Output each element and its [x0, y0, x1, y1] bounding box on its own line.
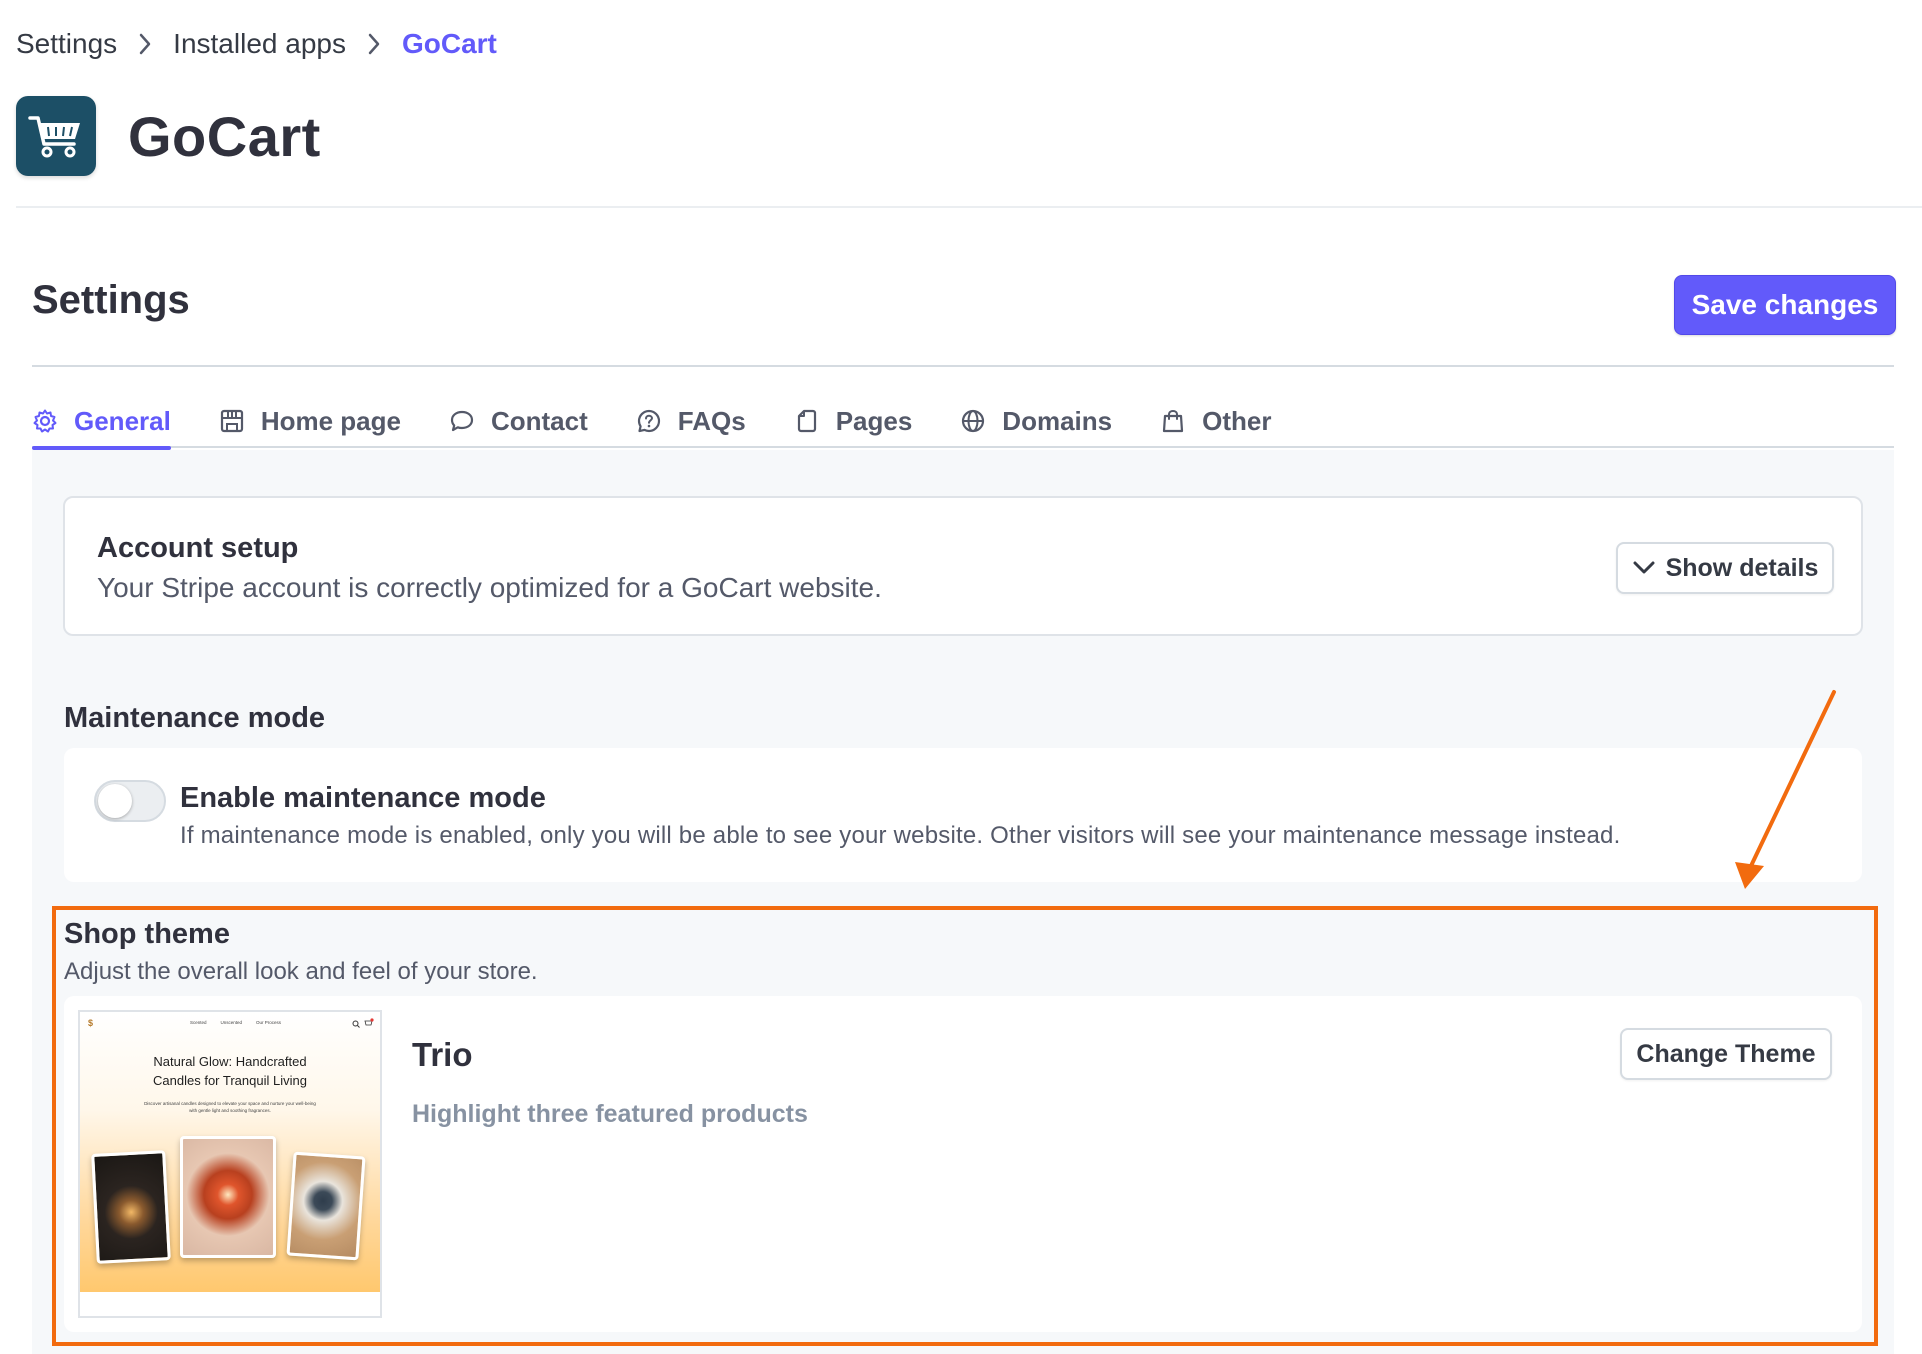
- app-name: GoCart: [128, 104, 321, 168]
- preview-headline-line: Candles for Tranquil Living: [153, 1073, 307, 1088]
- breadcrumb-current: GoCart: [401, 28, 497, 59]
- breadcrumb-installed-apps[interactable]: Installed apps: [173, 28, 346, 60]
- tab-label: FAQs: [677, 405, 746, 436]
- show-details-button[interactable]: Show details: [1616, 542, 1834, 594]
- preview-nav-link: Scented: [190, 1020, 207, 1025]
- tab-label: Other: [1202, 405, 1272, 436]
- breadcrumb: Settings Installed apps GoCart: [16, 22, 497, 66]
- tab-label: Domains: [1002, 405, 1113, 436]
- preview-product-image: [180, 1136, 276, 1258]
- tab-pages[interactable]: Pages: [794, 400, 913, 448]
- maintenance-card: Enable maintenance mode If maintenance m…: [64, 748, 1862, 882]
- page-title: Settings: [32, 278, 190, 322]
- tab-label: Contact: [490, 405, 588, 436]
- chevron-right-icon: [346, 32, 402, 56]
- preview-cart-icon: [364, 1018, 374, 1026]
- maintenance-toggle[interactable]: [94, 780, 166, 822]
- chevron-down-icon: [1633, 561, 1655, 574]
- preview-nav: Scented Unscented Our Process: [190, 1020, 281, 1025]
- tab-other[interactable]: Other: [1160, 400, 1271, 448]
- preview-headline-line: Natural Glow: Handcrafted: [153, 1054, 307, 1069]
- maintenance-heading: Maintenance mode: [64, 702, 326, 734]
- gear-icon: [32, 408, 58, 434]
- preview-product-image: [286, 1151, 366, 1261]
- preview-product-image: [91, 1150, 171, 1264]
- tab-home-page[interactable]: Home page: [219, 400, 401, 448]
- tab-contact[interactable]: Contact: [449, 400, 588, 448]
- shop-theme-heading: Shop theme: [64, 918, 230, 950]
- tab-domains[interactable]: Domains: [960, 400, 1112, 448]
- account-setup-card: Account setup Your Stripe account is cor…: [63, 496, 1863, 636]
- preview-nav-link: Our Process: [256, 1020, 282, 1025]
- title-divider: [32, 365, 1894, 367]
- breadcrumb-settings[interactable]: Settings: [16, 28, 117, 60]
- show-details-label: Show details: [1665, 553, 1819, 582]
- toggle-knob: [98, 784, 132, 818]
- preview-headline: Natural Glow: Handcrafted Candles for Tr…: [80, 1052, 380, 1090]
- shopping-cart-icon: [16, 96, 96, 176]
- shopping-bag-icon: [1160, 408, 1186, 434]
- preview-search-icon: [352, 1020, 360, 1028]
- globe-icon: [960, 408, 986, 434]
- maintenance-description: If maintenance mode is enabled, only you…: [180, 822, 1621, 849]
- preview-logo: $: [88, 1018, 94, 1028]
- maintenance-toggle-label: Enable maintenance mode: [180, 782, 546, 814]
- account-setup-description: Your Stripe account is correctly optimiz…: [97, 572, 882, 603]
- change-theme-button[interactable]: Change Theme: [1620, 1028, 1832, 1080]
- theme-preview-thumbnail[interactable]: $ Scented Unscented Our Process Natural …: [78, 1010, 382, 1318]
- save-changes-button[interactable]: Save changes: [1674, 275, 1896, 335]
- shop-theme-description: Adjust the overall look and feel of your…: [64, 958, 538, 985]
- preview-nav-link: Unscented: [220, 1020, 243, 1025]
- question-bubble-icon: [636, 408, 662, 434]
- page-icon: [794, 408, 820, 434]
- preview-subtext: Discover artisanal candles designed to e…: [144, 1101, 316, 1113]
- header-divider: [16, 206, 1922, 208]
- shop-theme-card: $ Scented Unscented Our Process Natural …: [64, 996, 1862, 1332]
- settings-tabs: General Home page Contact FAQs Pages Dom…: [32, 400, 1894, 450]
- chat-bubble-icon: [449, 408, 475, 434]
- tab-label: General: [74, 405, 171, 436]
- storefront-icon: [219, 408, 245, 434]
- tab-faqs[interactable]: FAQs: [636, 400, 746, 448]
- chevron-right-icon: [117, 32, 173, 56]
- tab-label: Pages: [835, 405, 913, 436]
- theme-name: Trio: [412, 1036, 473, 1073]
- account-setup-title: Account setup: [97, 532, 299, 564]
- tab-label: Home page: [260, 405, 401, 436]
- tab-general[interactable]: General: [32, 400, 171, 450]
- theme-preview-page: $ Scented Unscented Our Process Natural …: [80, 1012, 380, 1292]
- app-header: GoCart: [16, 96, 321, 176]
- theme-tagline: Highlight three featured products: [412, 1100, 808, 1128]
